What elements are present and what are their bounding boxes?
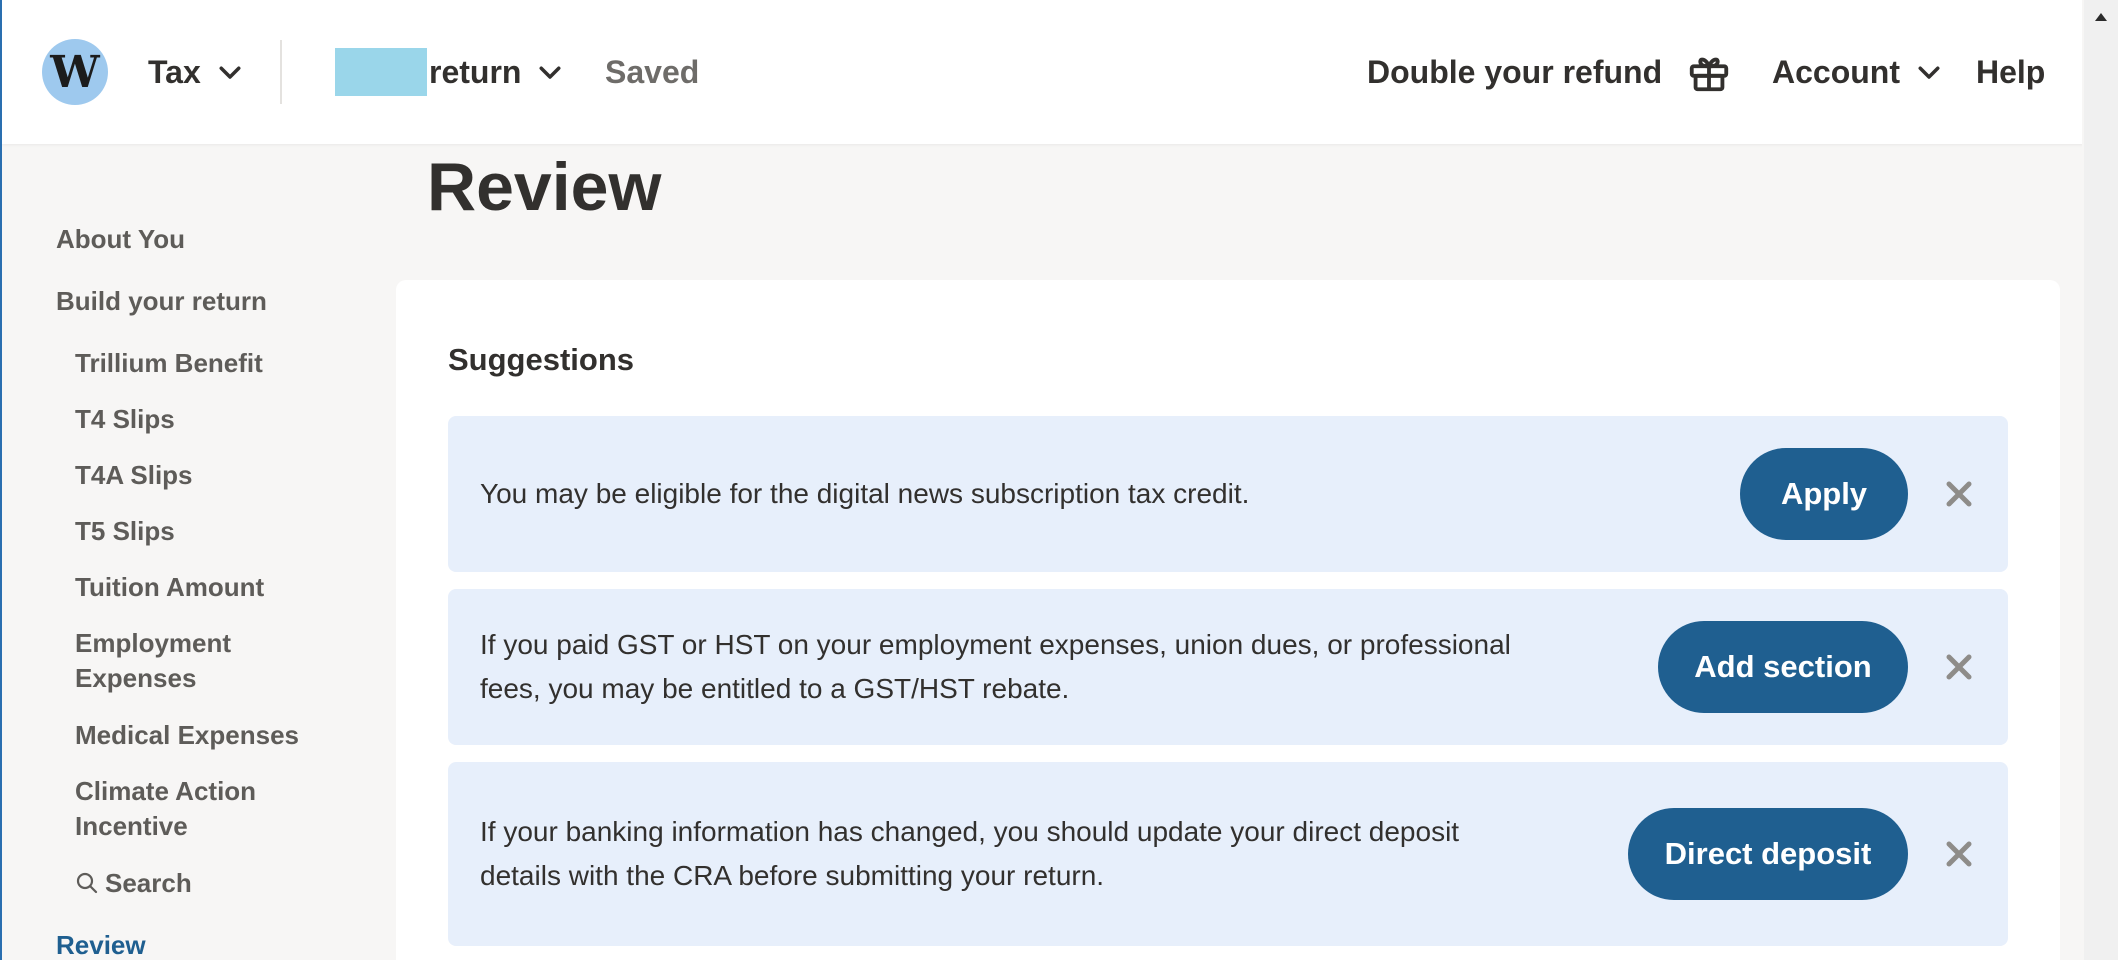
apply-button[interactable]: Apply xyxy=(1740,448,1908,540)
suggestion-text: You may be eligible for the digital news… xyxy=(480,472,1249,516)
scroll-up-arrow-icon[interactable] xyxy=(2084,0,2118,34)
search-icon xyxy=(76,872,98,894)
sidebar-item-t4-slips[interactable]: T4 Slips xyxy=(75,402,175,437)
suggestion-item: You may be eligible for the digital news… xyxy=(448,416,2008,572)
sidebar-item-t5-slips[interactable]: T5 Slips xyxy=(75,514,175,549)
help-label: Help xyxy=(1976,53,2046,90)
suggestion-item: If your banking information has changed,… xyxy=(448,762,2008,946)
sidebar-item-label: Expenses xyxy=(75,663,197,693)
sidebar-item-employment-expenses[interactable]: Employment Expenses xyxy=(75,626,231,696)
account-menu[interactable]: Account xyxy=(1772,0,1944,144)
chevron-down-icon xyxy=(219,66,241,79)
close-icon[interactable] xyxy=(1944,479,1974,509)
saved-status: Saved xyxy=(605,0,699,144)
help-link[interactable]: Help xyxy=(1976,0,2045,144)
sidebar-item-label: Employment xyxy=(75,628,232,658)
add-section-button[interactable]: Add section xyxy=(1658,621,1908,713)
suggestion-text: If you paid GST or HST on your employmen… xyxy=(480,623,1511,711)
double-refund-label: Double your refund xyxy=(1367,53,1663,90)
chevron-down-icon xyxy=(539,66,561,79)
wealthsimple-logo[interactable]: W xyxy=(42,39,108,105)
suggestion-text: If your banking information has changed,… xyxy=(480,810,1459,898)
suggestion-line: details with the CRA before submitting y… xyxy=(480,860,1105,891)
suggestions-card: Suggestions You may be eligible for the … xyxy=(396,280,2060,960)
sidebar-item-climate-action-incentive[interactable]: Climate Action Incentive xyxy=(75,774,256,844)
sidebar-item-label: Incentive xyxy=(75,811,188,841)
sidebar-item-t4a-slips[interactable]: T4A Slips xyxy=(75,458,193,493)
redacted-block xyxy=(335,48,427,96)
tax-menu[interactable]: Tax xyxy=(148,0,245,144)
return-menu[interactable]: return xyxy=(335,0,565,144)
sidebar-item-tuition-amount[interactable]: Tuition Amount xyxy=(75,570,264,605)
sidebar-item-about-you[interactable]: About You xyxy=(56,222,185,257)
suggestion-line: If your banking information has changed,… xyxy=(480,816,1460,847)
search-label: Search xyxy=(105,868,192,898)
suggestion-line: If you paid GST or HST on your employmen… xyxy=(480,629,1511,660)
saved-label: Saved xyxy=(605,53,700,90)
suggestion-line: You may be eligible for the digital news… xyxy=(480,478,1250,509)
double-refund-link[interactable]: Double your refund xyxy=(1367,0,1732,144)
return-menu-label: return xyxy=(429,53,522,90)
suggestion-line: fees, you may be entitled to a GST/HST r… xyxy=(480,673,1070,704)
app-viewport: W Tax return Saved Double your refund Ac… xyxy=(0,0,2082,960)
sidebar-item-medical-expenses[interactable]: Medical Expenses xyxy=(75,718,299,753)
direct-deposit-button[interactable]: Direct deposit xyxy=(1628,808,1908,900)
sidebar-item-build-your-return[interactable]: Build your return xyxy=(56,284,267,319)
sidebar-item-review[interactable]: Review xyxy=(56,928,146,960)
suggestions-heading: Suggestions xyxy=(448,342,635,377)
top-nav: W Tax return Saved Double your refund Ac… xyxy=(2,0,2082,144)
page-title: Review xyxy=(427,149,662,225)
sidebar-search[interactable]: Search xyxy=(75,866,192,901)
close-icon[interactable] xyxy=(1944,839,1974,869)
chevron-down-icon xyxy=(1918,66,1940,79)
gift-icon xyxy=(1689,57,1729,92)
sidebar-item-trillium-benefit[interactable]: Trillium Benefit xyxy=(75,346,263,381)
tax-menu-label: Tax xyxy=(148,53,201,90)
nav-divider xyxy=(280,40,282,104)
close-icon[interactable] xyxy=(1944,652,1974,682)
account-menu-label: Account xyxy=(1772,53,1900,90)
logo-letter: W xyxy=(50,46,100,98)
sidebar-item-label: Climate Action xyxy=(75,776,257,806)
triangle-up-icon xyxy=(2095,13,2107,21)
vertical-scrollbar[interactable] xyxy=(2084,0,2118,960)
suggestion-item: If you paid GST or HST on your employmen… xyxy=(448,589,2008,745)
